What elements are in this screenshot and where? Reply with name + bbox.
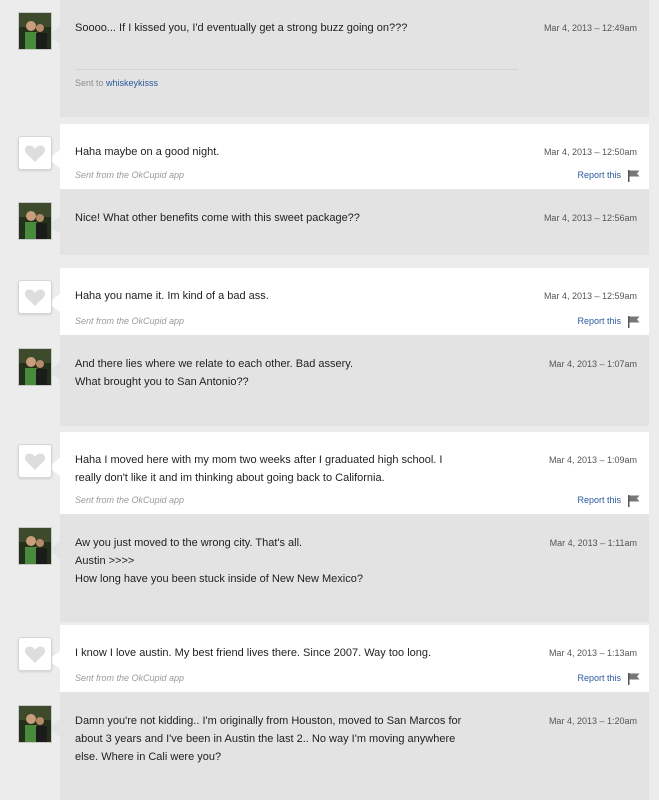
message-bubble (60, 0, 649, 117)
divider (75, 69, 518, 70)
message-line: Nice! What other benefits come with this… (75, 212, 360, 224)
message-line: Haha I moved here with my mom two weeks … (75, 454, 443, 466)
message-text: Haha you name it. Im kind of a bad ass. (75, 287, 465, 305)
message-timestamp: Mar 4, 2013 – 1:13am (548, 648, 637, 658)
message-item: Haha maybe on a good night. Mar 4, 2013 … (0, 124, 659, 190)
message-line: I know I love austin. My best friend liv… (75, 647, 432, 659)
message-line: Haha maybe on a good night. (75, 146, 220, 158)
like-heart-button[interactable] (18, 280, 52, 314)
message-timestamp: Mar 4, 2013 – 12:50am (543, 147, 637, 157)
flag-icon[interactable] (627, 169, 641, 182)
user-photo-avatar[interactable] (18, 527, 52, 565)
message-line: How long have you been stuck inside of N… (75, 573, 363, 585)
heart-icon (24, 646, 46, 663)
sent-from-app-note: Sent from the OkCupid app (75, 495, 185, 505)
heart-icon (24, 453, 46, 470)
sent-from-app-note: Sent from the OkCupid app (75, 673, 185, 683)
user-photo-avatar[interactable] (18, 348, 52, 386)
recipient-username-link[interactable]: whiskeykisss (106, 78, 158, 88)
message-item: I know I love austin. My best friend liv… (0, 625, 659, 693)
heart-icon (24, 289, 46, 306)
message-text: I know I love austin. My best friend liv… (75, 644, 465, 662)
message-timestamp: Mar 4, 2013 – 1:07am (548, 359, 637, 369)
report-this-link[interactable]: Report this (577, 673, 621, 683)
message-line: Haha you name it. Im kind of a bad ass. (75, 290, 269, 302)
sent-from-app-note: Sent from the OkCupid app (75, 170, 185, 180)
message-line: Damn you're not kidding.. I'm originally… (75, 715, 462, 727)
message-line: And there lies where we relate to each o… (75, 358, 354, 370)
message-timestamp: Mar 4, 2013 – 12:59am (543, 291, 637, 301)
user-photo-avatar[interactable] (18, 202, 52, 240)
heart-icon (24, 145, 46, 162)
message-text: Haha maybe on a good night. (75, 143, 465, 161)
message-timestamp: Mar 4, 2013 – 1:09am (548, 455, 637, 465)
message-item: Haha I moved here with my mom two weeks … (0, 432, 659, 515)
message-timestamp: Mar 4, 2013 – 1:11am (549, 538, 637, 548)
message-item: Damn you're not kidding.. I'm originally… (0, 693, 659, 800)
message-line: What brought you to San Antonio?? (75, 376, 249, 388)
user-photo-avatar[interactable] (18, 12, 52, 50)
message-timestamp: Mar 4, 2013 – 12:56am (543, 213, 637, 223)
like-heart-button[interactable] (18, 136, 52, 170)
message-thread: Soooo... If I kissed you, I'd eventually… (0, 0, 659, 800)
flag-icon[interactable] (627, 494, 641, 507)
message-line: about 3 years and I've been in Austin th… (75, 733, 456, 745)
report-this-link[interactable]: Report this (577, 495, 621, 505)
message-line: else. Where in Cali were you? (75, 751, 222, 763)
like-heart-button[interactable] (18, 444, 52, 478)
message-text: And there lies where we relate to each o… (75, 355, 495, 391)
message-text: Soooo... If I kissed you, I'd eventually… (75, 19, 495, 37)
sent-from-app-note: Sent from the OkCupid app (75, 316, 185, 326)
message-text: Nice! What other benefits come with this… (75, 209, 495, 227)
message-line: Austin >>>> (75, 555, 135, 567)
message-item: Haha you name it. Im kind of a bad ass. … (0, 268, 659, 336)
flag-icon[interactable] (627, 315, 641, 328)
message-text: Damn you're not kidding.. I'm originally… (75, 712, 470, 766)
like-heart-button[interactable] (18, 637, 52, 671)
message-item: And there lies where we relate to each o… (0, 336, 659, 426)
report-this-link[interactable]: Report this (577, 316, 621, 326)
message-timestamp: Mar 4, 2013 – 1:20am (548, 716, 637, 726)
sent-to-line: Sent to whiskeykisss (75, 78, 158, 88)
message-line: Aw you just moved to the wrong city. Tha… (75, 537, 303, 549)
sent-to-label: Sent to (75, 78, 104, 88)
flag-icon[interactable] (627, 672, 641, 685)
message-item: Soooo... If I kissed you, I'd eventually… (0, 0, 659, 117)
message-text: Aw you just moved to the wrong city. Tha… (75, 534, 495, 588)
message-item: Nice! What other benefits come with this… (0, 190, 659, 255)
message-line: really don't like it and im thinking abo… (75, 472, 385, 484)
message-text: Haha I moved here with my mom two weeks … (75, 451, 470, 487)
user-photo-avatar[interactable] (18, 705, 52, 743)
message-item: Aw you just moved to the wrong city. Tha… (0, 515, 659, 622)
message-timestamp: Mar 4, 2013 – 12:49am (543, 23, 637, 33)
report-this-link[interactable]: Report this (577, 170, 621, 180)
message-line: Soooo... If I kissed you, I'd eventually… (75, 22, 408, 34)
